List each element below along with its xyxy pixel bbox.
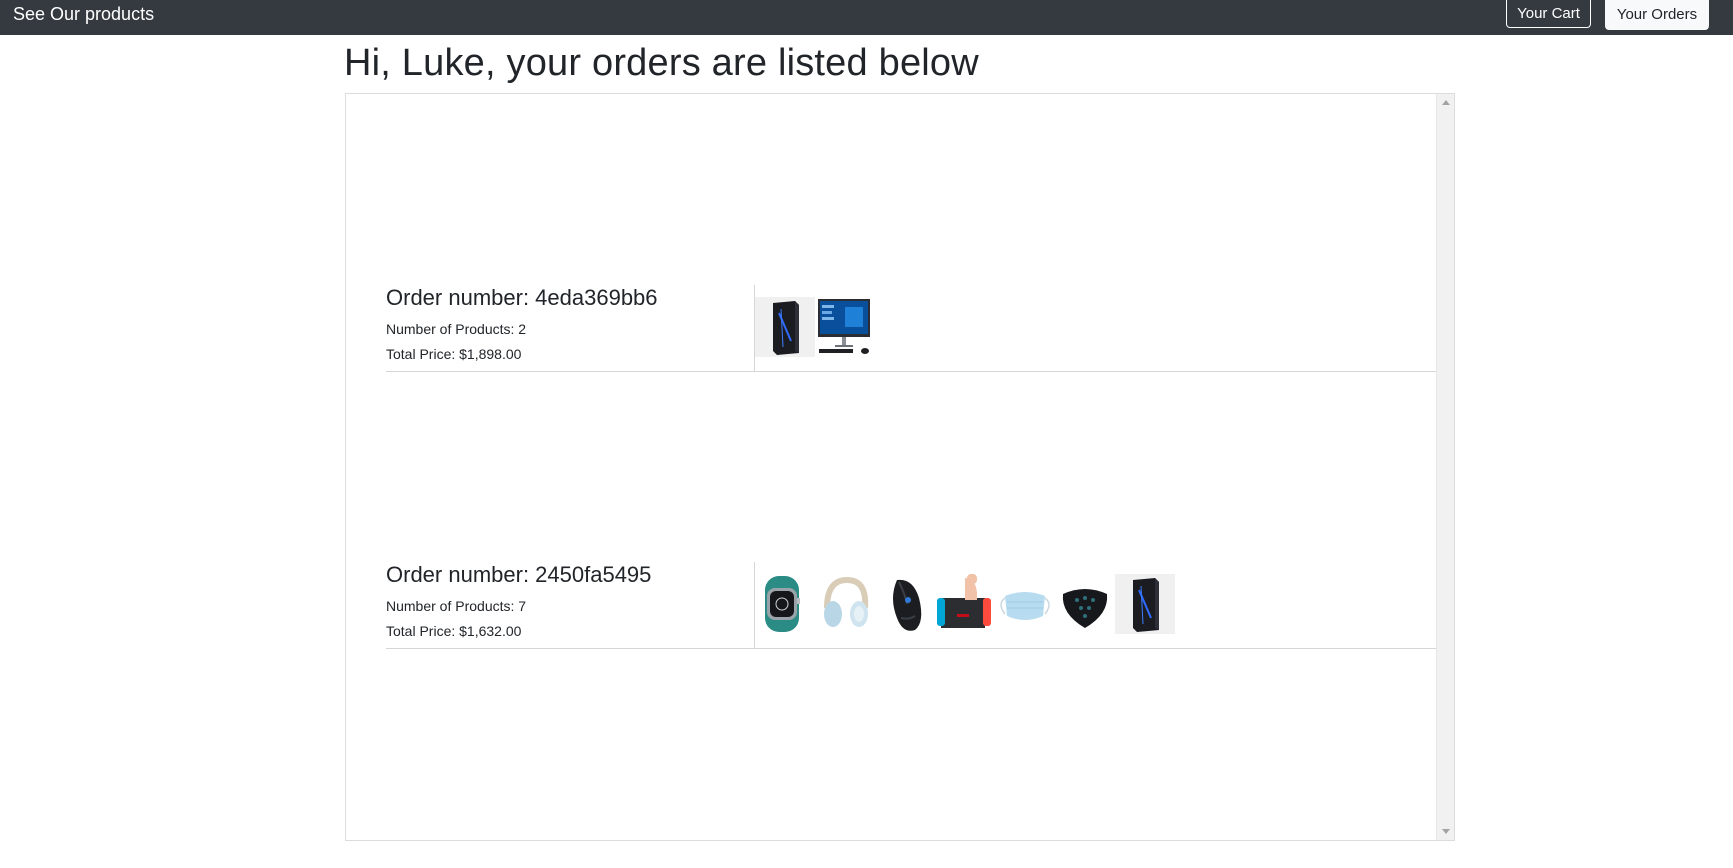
cloth-mask-icon[interactable] <box>1055 574 1115 634</box>
orders-scroll-container[interactable]: Order number: 4eda369bb6 Number of Produ… <box>345 93 1455 841</box>
top-navbar: See Our products Your Cart Your Orders <box>0 0 1733 35</box>
your-orders-button[interactable]: Your Orders <box>1605 0 1709 30</box>
scroll-down-arrow-icon[interactable] <box>1442 829 1450 834</box>
order-row: Order number: 2450fa5495 Number of Produ… <box>386 562 1437 649</box>
order-product-count: Number of Products: 2 <box>386 321 527 337</box>
order-number: Order number: 2450fa5495 <box>386 562 652 587</box>
game-console-icon[interactable] <box>935 574 995 634</box>
all-in-one-desktop-icon[interactable] <box>815 297 875 357</box>
scroll-up-arrow-icon[interactable] <box>1442 100 1450 105</box>
order-product-thumbnails <box>755 574 1175 636</box>
your-cart-button[interactable]: Your Cart <box>1506 0 1591 28</box>
gaming-pc-tower-icon[interactable] <box>755 297 815 357</box>
order-info: Order number: 4eda369bb6 Number of Produ… <box>386 285 754 371</box>
order-row: Order number: 4eda369bb6 Number of Produ… <box>386 285 1437 372</box>
order-product-thumbnails <box>755 297 875 359</box>
order-number: Order number: 4eda369bb6 <box>386 285 658 310</box>
order-product-count: Number of Products: 7 <box>386 598 527 614</box>
gaming-pc-tower-icon[interactable] <box>1115 574 1175 634</box>
vertical-scrollbar[interactable] <box>1436 94 1454 840</box>
order-total-price: Total Price: $1,898.00 <box>386 346 522 362</box>
headphones-icon[interactable] <box>815 574 875 634</box>
page-title: Hi, Luke, your orders are listed below <box>344 42 979 84</box>
order-total-price: Total Price: $1,632.00 <box>386 623 522 639</box>
smartwatch-icon[interactable] <box>755 574 815 634</box>
surgical-mask-icon[interactable] <box>995 574 1055 634</box>
order-info: Order number: 2450fa5495 Number of Produ… <box>386 562 754 648</box>
gaming-mouse-icon[interactable] <box>875 574 935 634</box>
see-products-link[interactable]: See Our products <box>13 4 154 25</box>
